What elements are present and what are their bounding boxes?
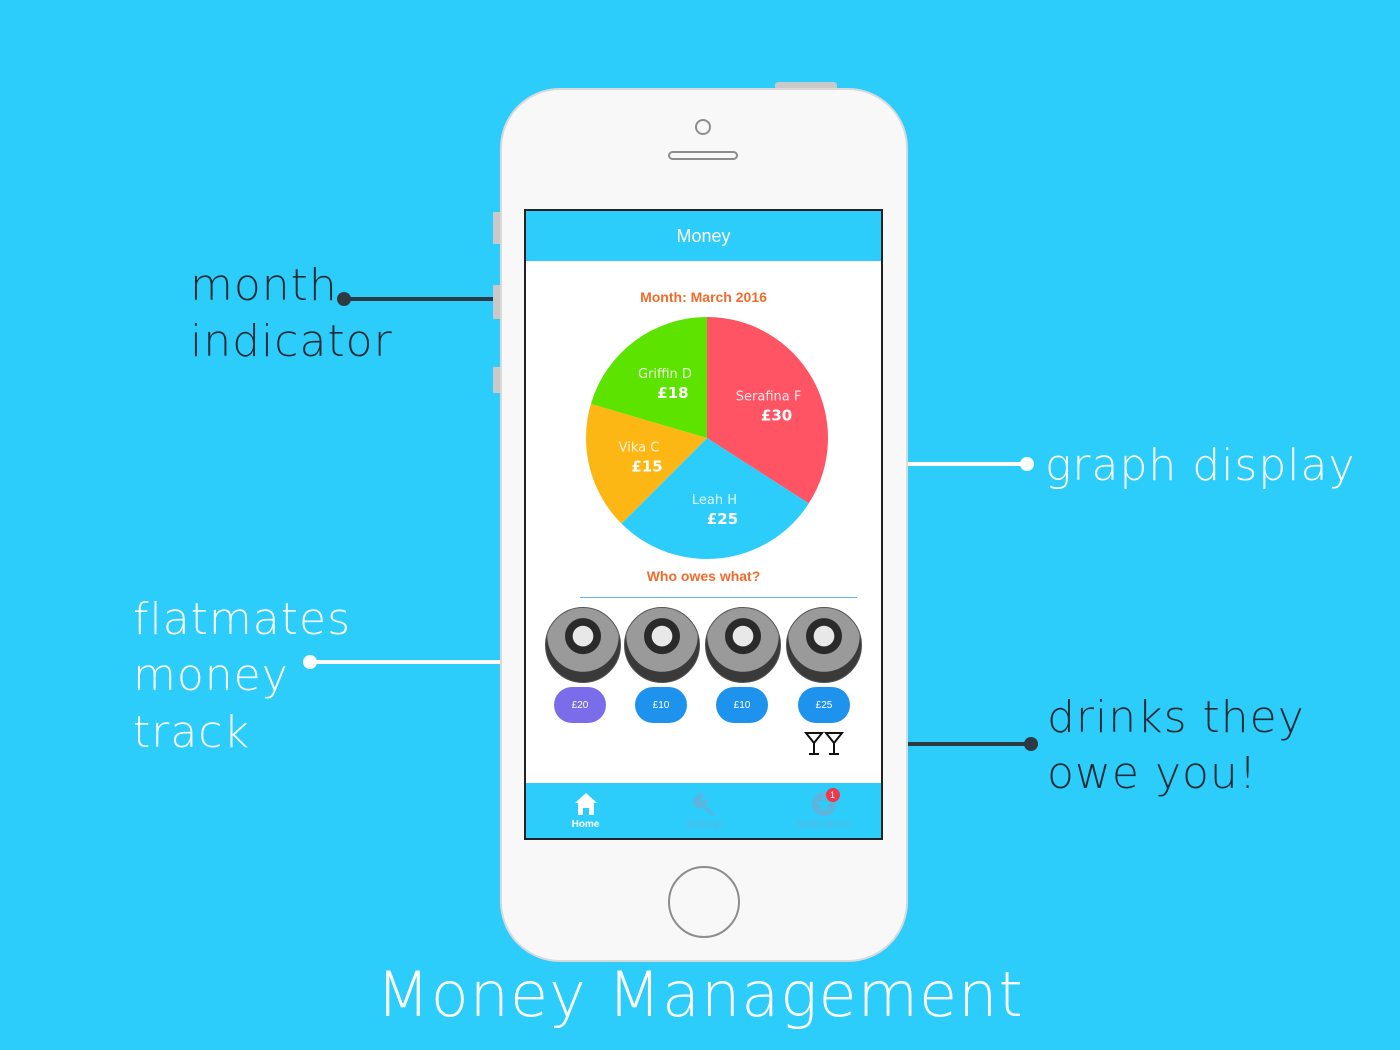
annotation-drinks-owed: drinks they owe you! — [1047, 690, 1305, 803]
annotation-line: month — [190, 260, 338, 311]
annotation-line: indicator — [190, 316, 393, 368]
page-title: Money — [676, 225, 731, 246]
flatmate-avatar[interactable] — [786, 607, 862, 683]
amount-pill[interactable]: £25 — [798, 687, 850, 723]
tab-label: Home — [571, 819, 600, 830]
annotation-line: drinks they — [1047, 692, 1305, 743]
flatmate-avatar[interactable] — [705, 607, 781, 683]
tab-bar: Home Settings 1 Notifications — [526, 783, 881, 838]
pie-slice-value: £25 — [707, 510, 738, 528]
month-indicator[interactable]: Month: March 2016 — [526, 289, 881, 305]
phone-speaker — [668, 151, 738, 160]
annotation-line: track — [133, 706, 250, 758]
annotation-line: flatmates — [133, 594, 351, 645]
tab-settings[interactable]: Settings — [645, 783, 764, 838]
cocktail-glasses-icon — [804, 732, 845, 755]
pie-chart: Serafina F £30 Leah H £25 Vika C £15 Griffin D… — [586, 317, 828, 559]
amount-pill[interactable]: £10 — [635, 687, 687, 723]
app-screen: Money Month: March 2016 Serafina F £30 Lea… — [524, 209, 883, 840]
annotation-line: money — [133, 650, 289, 702]
tab-label: Notifications — [796, 819, 851, 830]
graph-connector-dot — [1020, 457, 1034, 471]
pie-slice-label: Serafina F — [736, 389, 802, 404]
pie-slice-value: £18 — [657, 384, 688, 402]
phone-side-button — [493, 367, 500, 393]
month-connector-dot — [337, 292, 351, 306]
notification-icon-wrap: 1 — [811, 788, 840, 817]
divider — [580, 597, 857, 598]
pie-slice-label: Leah H — [692, 493, 737, 508]
drinks-connector-dot — [1024, 737, 1038, 751]
tab-label: Settings — [686, 819, 723, 830]
annotation-flatmates-money-track: flatmates money track — [133, 592, 351, 761]
annotation-line: owe you! — [1047, 748, 1258, 800]
phone-side-button — [493, 285, 500, 319]
pie-slice-label: Vika C — [619, 440, 660, 455]
amount-pill[interactable]: £10 — [716, 687, 768, 723]
phone-home-button[interactable] — [668, 866, 740, 938]
annotation-graph-display: graph display — [1045, 440, 1356, 491]
amount-pill[interactable]: £20 — [554, 687, 606, 723]
pie-slice-value: £15 — [631, 457, 662, 475]
flatmate-avatar[interactable] — [545, 607, 621, 683]
section-title: Who owes what? — [646, 568, 761, 584]
pie-slice-label: Griffin D — [638, 367, 692, 382]
flatmates-connector-dot — [303, 655, 317, 669]
page-caption: Money Management — [376, 958, 1024, 1031]
home-icon — [574, 793, 597, 815]
notification-badge: 1 — [825, 788, 840, 802]
annotation-month-indicator: month indicator — [190, 258, 393, 371]
app-header: Money — [526, 211, 881, 261]
pie-slice-value: £30 — [761, 406, 792, 424]
phone-side-button — [493, 212, 500, 244]
phone-camera — [695, 119, 711, 135]
tab-home[interactable]: Home — [526, 783, 645, 838]
flatmate-avatar[interactable] — [624, 607, 700, 683]
tab-notifications[interactable]: 1 Notifications — [764, 783, 881, 838]
wrench-icon — [692, 793, 714, 816]
